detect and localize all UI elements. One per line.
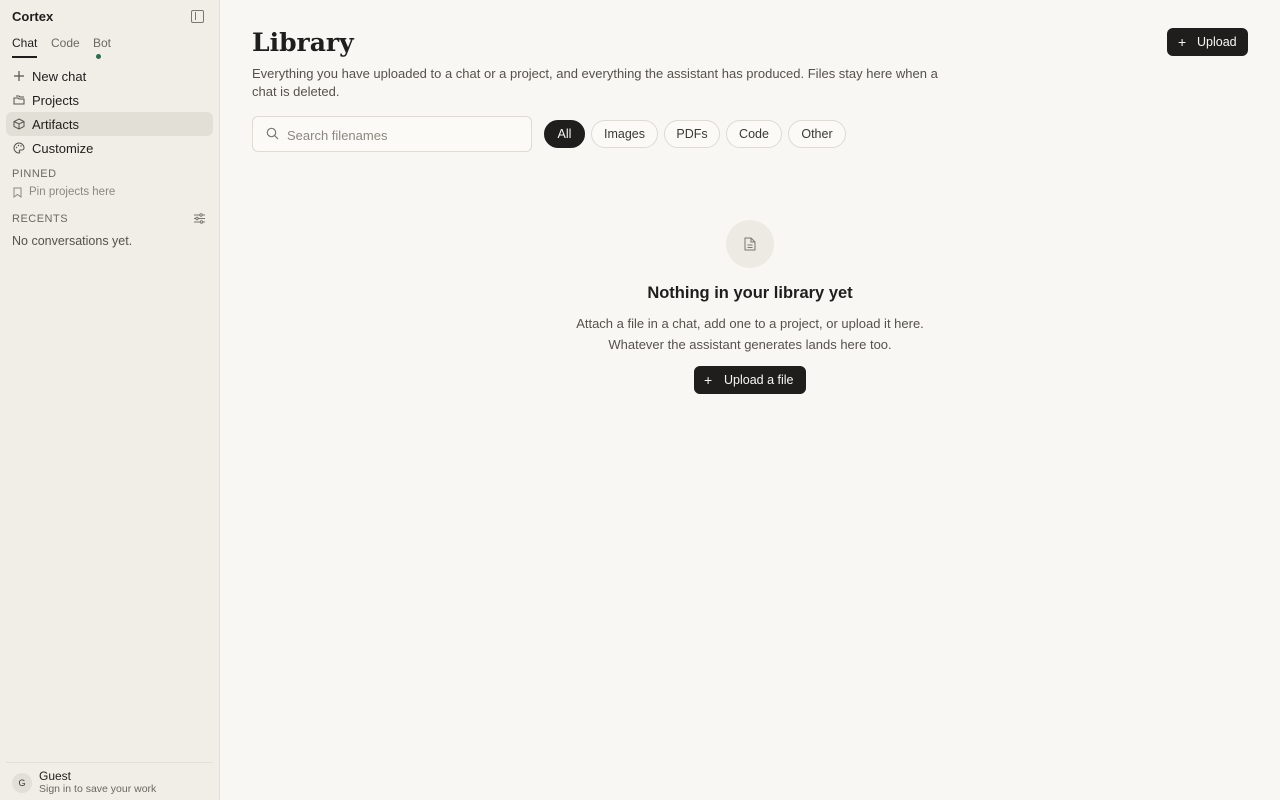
sidebar-item-artifacts[interactable]: Artifacts <box>6 112 213 136</box>
page-description: Everything you have uploaded to a chat o… <box>252 66 938 99</box>
filter-pdfs[interactable]: PDFs <box>664 120 720 148</box>
tab-code[interactable]: Code <box>51 36 80 58</box>
upload-button-label: Upload <box>1197 35 1237 49</box>
empty-state-line-1: Attach a file in a chat, add one to a pr… <box>576 316 924 331</box>
filter-all[interactable]: All <box>544 120 585 148</box>
avatar: G <box>12 773 32 793</box>
app-name: Cortex <box>12 9 54 24</box>
search-icon <box>266 127 279 140</box>
upload-button[interactable]: + Upload <box>1167 28 1248 56</box>
plus-icon <box>14 71 24 81</box>
main-content: Library Everything you have uploaded to … <box>220 0 1280 800</box>
sidebar-item-new-chat[interactable]: New chat <box>6 64 213 88</box>
recents-heading: RECENTS <box>12 213 69 225</box>
bookmark-icon <box>13 187 22 198</box>
tab-bot-label: Bot <box>93 36 112 50</box>
status-dot <box>96 54 101 59</box>
page-title: Library <box>252 28 354 57</box>
empty-state-title: Nothing in your library yet <box>647 284 853 302</box>
folders-icon <box>13 95 25 105</box>
filter-sliders-icon[interactable] <box>194 213 205 224</box>
recents-empty: No conversations yet. <box>12 234 133 248</box>
filter-code[interactable]: Code <box>726 120 782 148</box>
empty-state-illustration <box>726 220 774 268</box>
tab-bot[interactable]: Bot <box>93 36 112 59</box>
sidebar-item-label: New chat <box>32 69 87 84</box>
document-icon <box>744 237 756 251</box>
empty-state-line-2: Whatever the assistant generates lands h… <box>608 337 892 352</box>
account-footer[interactable]: G Guest Sign in to save your work <box>6 762 213 800</box>
sidebar: Cortex Chat Code Bot New chat Projects A… <box>0 0 220 800</box>
sidebar-item-projects[interactable]: Projects <box>6 88 213 112</box>
box-icon <box>13 118 25 130</box>
upload-a-file-label: Upload a file <box>724 373 794 387</box>
collapse-sidebar-icon[interactable] <box>191 10 204 23</box>
sign-in-hint: Sign in to save your work <box>39 783 157 795</box>
filter-other[interactable]: Other <box>788 120 846 148</box>
empty-state-description: Attach a file in a chat, add one to a pr… <box>220 313 1280 355</box>
pinned-heading: PINNED <box>12 168 57 180</box>
tab-chat[interactable]: Chat <box>12 36 38 58</box>
sidebar-item-label: Projects <box>32 93 79 108</box>
search-box <box>252 116 532 152</box>
sidebar-item-label: Artifacts <box>32 117 79 132</box>
palette-icon <box>13 142 25 154</box>
filter-images[interactable]: Images <box>591 120 658 148</box>
plus-icon: + <box>704 372 713 388</box>
sidebar-item-customize[interactable]: Customize <box>6 136 213 160</box>
plus-icon: + <box>1178 34 1187 50</box>
user-name: Guest <box>39 769 72 783</box>
upload-a-file-button[interactable]: + Upload a file <box>694 366 806 394</box>
sidebar-item-label: Customize <box>32 141 94 156</box>
pinned-hint-text: Pin projects here <box>29 186 116 198</box>
search-input[interactable] <box>287 126 517 144</box>
